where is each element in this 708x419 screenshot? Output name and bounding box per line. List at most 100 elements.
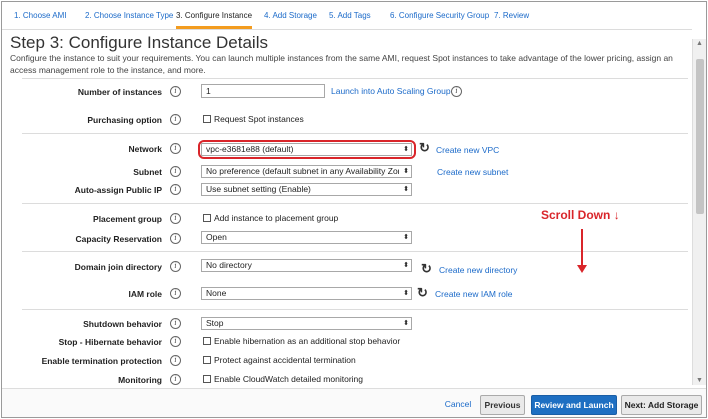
network-label: Network <box>128 144 162 154</box>
placement-group-label: Placement group <box>93 214 162 224</box>
purchasing-option-label: Purchasing option <box>87 115 162 125</box>
tab-configure-security-group[interactable]: 6. Configure Security Group <box>390 11 489 20</box>
capacity-reservation-label: Capacity Reservation <box>75 234 162 244</box>
divider <box>22 251 688 252</box>
scroll-down-text: Scroll Down <box>541 208 611 222</box>
select-arrow-icon: ⬍ <box>401 260 409 271</box>
checkbox-box[interactable] <box>203 115 211 123</box>
page-title: Step 3: Configure Instance Details <box>10 33 268 52</box>
subnet-value: No preference (default subnet in any Ava… <box>206 166 399 176</box>
annotation-arrow-line <box>581 229 583 269</box>
info-icon[interactable]: i <box>170 318 181 329</box>
scroll-up-icon[interactable]: ▲ <box>696 40 703 47</box>
select-arrow-icon: ⬍ <box>401 184 409 195</box>
network-value: vpc-e3681e88 (default) <box>206 144 294 154</box>
info-icon[interactable]: i <box>170 288 181 299</box>
iam-role-label: IAM role <box>128 289 162 299</box>
monitoring-checkbox-label: Enable CloudWatch detailed monitoring <box>214 374 363 384</box>
select-arrow-icon: ⬍ <box>401 288 409 299</box>
request-spot-checkbox[interactable]: Request Spot instances <box>203 114 304 124</box>
checkbox-box[interactable] <box>203 214 211 222</box>
termination-protection-label: Enable termination protection <box>41 356 162 366</box>
review-and-launch-button[interactable]: Review and Launch <box>531 395 617 415</box>
info-icon[interactable]: i <box>170 184 181 195</box>
info-icon[interactable]: i <box>170 86 181 97</box>
termination-protection-checkbox[interactable]: Protect against accidental termination <box>203 355 356 365</box>
tab-review[interactable]: 7. Review <box>494 11 529 20</box>
scrollbar-thumb[interactable] <box>696 59 704 214</box>
tab-add-storage[interactable]: 4. Add Storage <box>264 11 317 20</box>
divider <box>22 203 688 204</box>
monitoring-checkbox[interactable]: Enable CloudWatch detailed monitoring <box>203 374 363 384</box>
refresh-icon[interactable]: ↻ <box>421 262 432 275</box>
shutdown-behavior-label: Shutdown behavior <box>83 319 162 329</box>
info-icon[interactable]: i <box>170 374 181 385</box>
scroll-down-icon[interactable]: ▼ <box>696 377 703 384</box>
placement-group-checkbox-label: Add instance to placement group <box>214 213 339 223</box>
hibernation-checkbox[interactable]: Enable hibernation as an additional stop… <box>203 336 400 346</box>
tab-add-tags[interactable]: 5. Add Tags <box>329 11 371 20</box>
network-select[interactable]: vpc-e3681e88 (default) ⬍ <box>201 143 412 156</box>
page-description: Configure the instance to suit your requ… <box>10 53 673 75</box>
info-icon[interactable]: i <box>170 233 181 244</box>
capacity-reservation-select[interactable]: Open ⬍ <box>201 231 412 244</box>
app-window: 1. Choose AMI 2. Choose Instance Type 3.… <box>1 1 707 418</box>
info-icon[interactable]: i <box>451 86 462 97</box>
shutdown-behavior-select[interactable]: Stop ⬍ <box>201 317 412 330</box>
checkbox-box[interactable] <box>203 375 211 383</box>
monitoring-label: Monitoring <box>118 375 162 385</box>
domain-join-value: No directory <box>206 260 252 270</box>
previous-button[interactable]: Previous <box>480 395 525 415</box>
info-icon[interactable]: i <box>170 114 181 125</box>
checkbox-box[interactable] <box>203 356 211 364</box>
launch-auto-scaling-link[interactable]: Launch into Auto Scaling Group <box>331 86 451 96</box>
public-ip-select[interactable]: Use subnet setting (Enable) ⬍ <box>201 183 412 196</box>
tab-configure-instance[interactable]: 3. Configure Instance <box>176 11 253 29</box>
annotation-arrow-head <box>577 265 587 273</box>
refresh-icon[interactable]: ↻ <box>417 286 428 299</box>
info-icon[interactable]: i <box>170 166 181 177</box>
auto-assign-public-ip-label: Auto-assign Public IP <box>74 185 162 195</box>
termination-protection-checkbox-label: Protect against accidental termination <box>214 355 356 365</box>
create-new-iam-role-link[interactable]: Create new IAM role <box>435 289 512 299</box>
info-icon[interactable]: i <box>170 355 181 366</box>
scroll-down-annotation: Scroll Down ↓ <box>541 208 620 222</box>
capacity-reservation-value: Open <box>206 232 227 242</box>
number-of-instances-input[interactable]: 1 <box>201 84 325 98</box>
iam-role-value: None <box>206 288 227 298</box>
hibernate-behavior-label: Stop - Hibernate behavior <box>58 337 162 347</box>
refresh-icon[interactable]: ↻ <box>419 141 430 154</box>
divider <box>22 133 688 134</box>
checkbox-box[interactable] <box>203 337 211 345</box>
divider <box>22 78 688 79</box>
tab-choose-ami[interactable]: 1. Choose AMI <box>14 11 66 20</box>
select-arrow-icon: ⬍ <box>401 318 409 329</box>
arrow-down-icon: ↓ <box>613 208 620 222</box>
placement-group-checkbox[interactable]: Add instance to placement group <box>203 213 338 223</box>
tab-choose-instance-type[interactable]: 2. Choose Instance Type <box>85 11 173 20</box>
shutdown-behavior-value: Stop <box>206 318 224 328</box>
select-arrow-icon: ⬍ <box>401 166 409 177</box>
iam-role-select[interactable]: None ⬍ <box>201 287 412 300</box>
cancel-button[interactable]: Cancel <box>438 395 478 415</box>
create-new-directory-link[interactable]: Create new directory <box>439 265 517 275</box>
info-icon[interactable]: i <box>170 261 181 272</box>
subnet-select[interactable]: No preference (default subnet in any Ava… <box>201 165 412 178</box>
create-new-vpc-link[interactable]: Create new VPC <box>436 145 499 155</box>
request-spot-label: Request Spot instances <box>214 114 304 124</box>
hibernation-checkbox-label: Enable hibernation as an additional stop… <box>214 336 401 346</box>
number-of-instances-label: Number of instances <box>77 87 162 97</box>
domain-join-directory-label: Domain join directory <box>74 262 162 272</box>
info-icon[interactable]: i <box>170 213 181 224</box>
domain-join-select[interactable]: No directory ⬍ <box>201 259 412 272</box>
create-new-subnet-link[interactable]: Create new subnet <box>437 167 508 177</box>
footer-bar: Cancel Previous Review and Launch Next: … <box>2 388 706 417</box>
select-arrow-icon: ⬍ <box>401 144 409 155</box>
wizard-tabs: 1. Choose AMI 2. Choose Instance Type 3.… <box>2 2 692 30</box>
divider <box>22 309 688 310</box>
info-icon[interactable]: i <box>170 336 181 347</box>
next-add-storage-button[interactable]: Next: Add Storage <box>621 395 702 415</box>
info-icon[interactable]: i <box>170 143 181 154</box>
vertical-scrollbar[interactable]: ▲ ▼ <box>692 39 706 385</box>
public-ip-value: Use subnet setting (Enable) <box>206 184 311 194</box>
